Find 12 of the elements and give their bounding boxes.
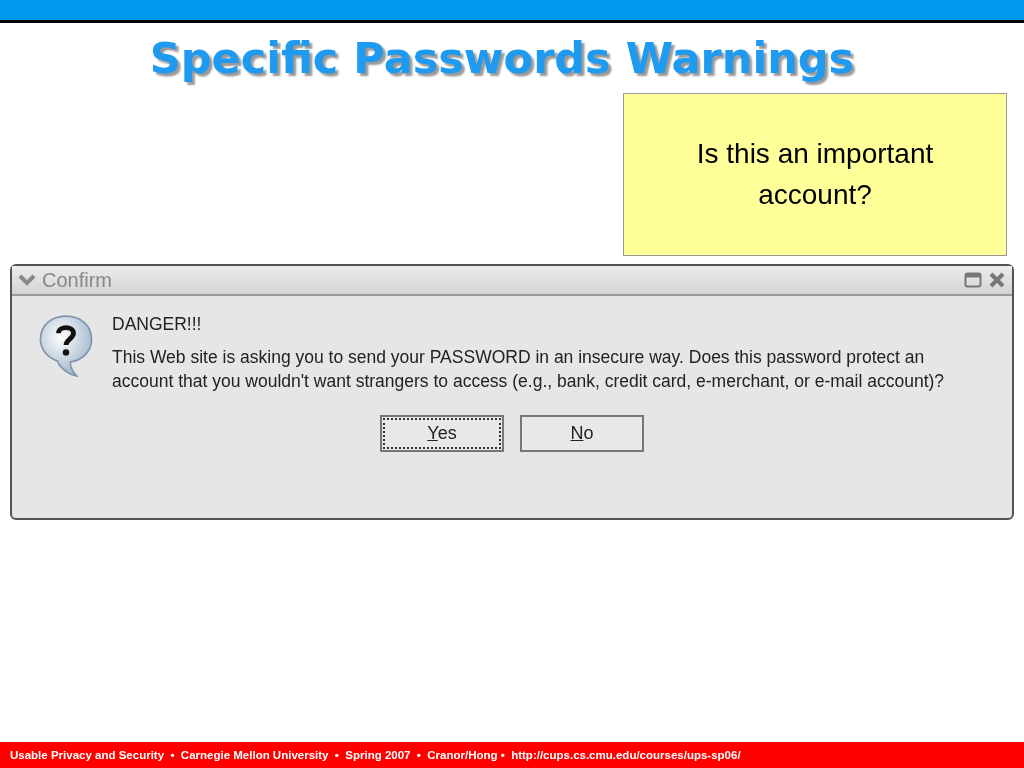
close-icon[interactable] [988, 271, 1006, 289]
dialog-heading: DANGER!!! [112, 314, 203, 335]
dialog-button[interactable]: No [520, 415, 644, 452]
dialog-title: Confirm [42, 268, 113, 292]
maximize-icon[interactable] [964, 272, 982, 288]
chevron-icon[interactable] [18, 273, 36, 287]
slide-title: Specific Passwords Warnings [149, 33, 855, 85]
dialog-message: This Web site is asking you to send your PASSWORD in an insecure way. Does this password protect an account that you wouldn't want strangers to access (e.g., bank, credit card, e-merchant, or e-mail account)? [112, 346, 946, 393]
dialog-button[interactable]: Yes [380, 415, 504, 452]
question-bubble-icon [38, 314, 94, 378]
footer-text: Usable Privacy and Security • Carnegie Mellon University • Spring 2007 • Cranor/Hong • http://cups.cs.cmu.edu/courses/ups-sp06/ [10, 749, 741, 761]
callout-note: Is this an important account? [623, 93, 1007, 256]
